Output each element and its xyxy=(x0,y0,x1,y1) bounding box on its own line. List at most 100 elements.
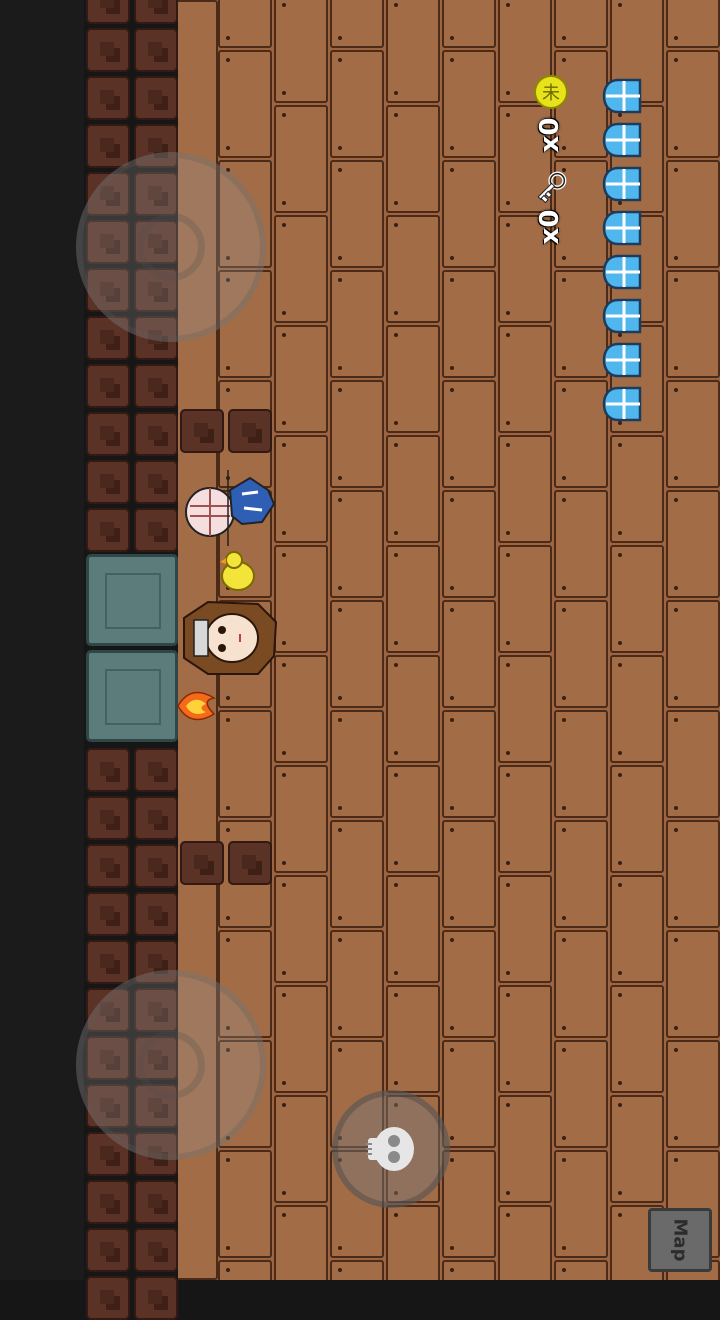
floor-plank xyxy=(330,270,384,378)
key-count: x0 xyxy=(535,209,565,245)
brick-block xyxy=(180,841,224,885)
floor-plank xyxy=(330,710,384,818)
map-button[interactable]: Map xyxy=(648,1208,712,1272)
brick-block xyxy=(86,1228,130,1272)
shield-icon xyxy=(602,78,642,114)
brick-block xyxy=(86,124,130,168)
coin-count: x0 xyxy=(535,117,565,153)
floor-plank xyxy=(554,820,608,928)
floor-plank xyxy=(554,1040,608,1148)
brick-block xyxy=(134,748,178,792)
floor-plank xyxy=(442,380,496,488)
floor-plank xyxy=(274,655,328,763)
floor-plank xyxy=(442,820,496,928)
floor-plank xyxy=(610,985,664,1093)
stone-door-block xyxy=(86,650,178,742)
brick-block xyxy=(86,940,130,984)
brick-block xyxy=(86,460,130,504)
floor-plank xyxy=(218,1150,272,1258)
floor-plank xyxy=(498,655,552,763)
brick-block xyxy=(86,364,130,408)
floor-plank xyxy=(386,0,440,103)
floor-plank xyxy=(442,1150,496,1258)
floor-plank xyxy=(498,435,552,543)
floor-plank xyxy=(666,270,720,378)
floor-plank xyxy=(554,600,608,708)
brick-block xyxy=(134,1228,178,1272)
brick-block xyxy=(86,0,130,24)
brick-block xyxy=(134,508,178,552)
floor-plank xyxy=(218,50,272,158)
floor-plank xyxy=(610,765,664,873)
floor-plank xyxy=(554,0,608,48)
duck-icon xyxy=(220,551,255,591)
floor-plank xyxy=(666,1040,720,1148)
floor-plank xyxy=(386,765,440,873)
floor-plank xyxy=(666,710,720,818)
brick-block xyxy=(134,892,178,936)
brick-block xyxy=(134,796,178,840)
floor-plank xyxy=(666,0,720,48)
joystick-knob[interactable] xyxy=(137,213,205,281)
skull-action-button[interactable] xyxy=(332,1090,450,1208)
joystick-knob[interactable] xyxy=(137,1031,205,1099)
floor-plank xyxy=(274,435,328,543)
floor-plank xyxy=(330,380,384,488)
brick-block xyxy=(228,841,272,885)
brick-block xyxy=(86,508,130,552)
floor-plank xyxy=(274,0,328,103)
shield-icon xyxy=(602,254,642,290)
brick-block xyxy=(86,1180,130,1224)
brick-block xyxy=(134,1180,178,1224)
brick-block xyxy=(134,844,178,888)
floor-plank xyxy=(554,1260,608,1280)
floor-plank xyxy=(274,105,328,213)
brick-block xyxy=(134,76,178,120)
floor-plank xyxy=(330,930,384,1038)
floor-plank xyxy=(386,875,440,983)
floor-plank xyxy=(666,600,720,708)
floor-plank xyxy=(666,50,720,158)
floor-plank xyxy=(386,435,440,543)
floor-plank xyxy=(442,50,496,158)
brick-block xyxy=(134,364,178,408)
coin-icon: 未 xyxy=(534,75,568,109)
brick-block xyxy=(86,28,130,72)
floor-plank xyxy=(498,325,552,433)
floor-plank xyxy=(330,50,384,158)
floor-plank xyxy=(274,1205,328,1280)
floor-plank xyxy=(554,710,608,818)
floor-plank xyxy=(386,545,440,653)
virtual-joystick-top[interactable] xyxy=(76,152,266,342)
floor-plank xyxy=(498,1205,552,1280)
shield-icon xyxy=(602,386,642,422)
floor-plank xyxy=(274,325,328,433)
floor-plank xyxy=(610,875,664,983)
brick-block xyxy=(86,412,130,456)
floor-plank xyxy=(386,215,440,323)
stone-door-block xyxy=(86,554,178,646)
floor-plank xyxy=(610,1095,664,1203)
floor-plank xyxy=(386,105,440,213)
brick-block xyxy=(134,1276,178,1320)
floor-plank xyxy=(442,710,496,818)
void-area xyxy=(0,0,84,1280)
shield-icon xyxy=(602,342,642,378)
floor-plank xyxy=(330,490,384,598)
floor-plank xyxy=(442,490,496,598)
floor-plank xyxy=(610,545,664,653)
floor-plank xyxy=(330,1260,384,1280)
brick-block xyxy=(86,892,130,936)
floor-plank xyxy=(610,435,664,543)
brick-block xyxy=(134,0,178,24)
floor-plank xyxy=(386,1205,440,1280)
floor-plank xyxy=(666,820,720,928)
floor-plank xyxy=(386,655,440,763)
brick-block xyxy=(134,412,178,456)
floor-plank xyxy=(274,985,328,1093)
fire-icon xyxy=(177,691,216,721)
coin-glyph: 未 xyxy=(542,83,560,104)
virtual-joystick-bottom[interactable] xyxy=(76,970,266,1160)
floor-plank xyxy=(666,490,720,598)
player-character xyxy=(183,600,278,675)
